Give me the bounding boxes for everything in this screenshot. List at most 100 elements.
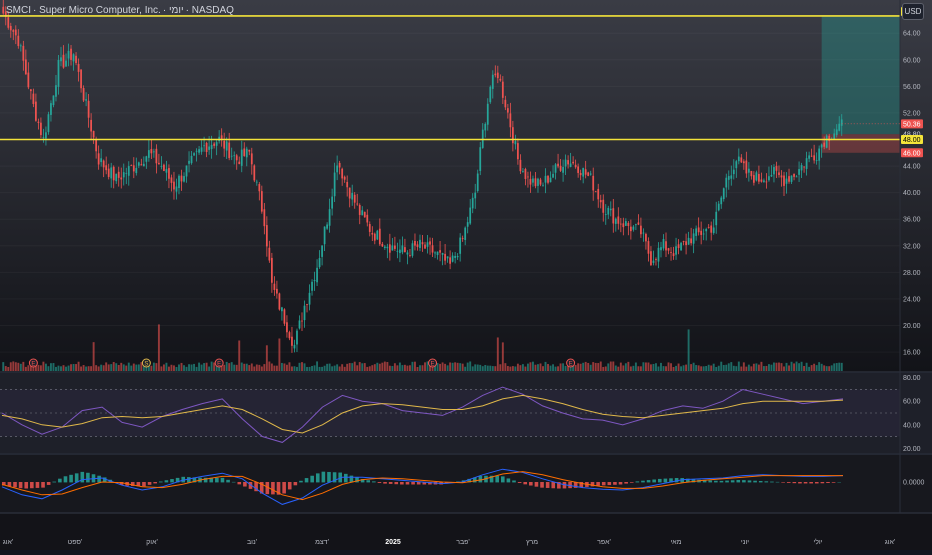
candle[interactable] (291, 337, 293, 346)
candle[interactable] (688, 238, 690, 245)
candle[interactable] (670, 252, 672, 253)
candle[interactable] (552, 174, 554, 178)
candle[interactable] (740, 157, 742, 162)
candle[interactable] (161, 166, 163, 167)
candle[interactable] (183, 176, 185, 182)
candle[interactable] (166, 169, 168, 173)
candle[interactable] (243, 148, 245, 156)
candle[interactable] (663, 239, 665, 248)
candle[interactable] (587, 172, 589, 176)
candle[interactable] (545, 176, 547, 183)
candle[interactable] (738, 157, 740, 162)
candle[interactable] (527, 177, 529, 178)
candle[interactable] (520, 160, 522, 171)
candle[interactable] (78, 64, 80, 72)
candle[interactable] (198, 149, 200, 153)
candle[interactable] (542, 185, 544, 186)
candle[interactable] (713, 227, 715, 233)
candle[interactable] (376, 231, 378, 240)
candle[interactable] (537, 179, 539, 186)
candle[interactable] (10, 26, 12, 30)
candle[interactable] (130, 165, 132, 166)
candle[interactable] (306, 304, 308, 305)
candle[interactable] (575, 165, 577, 167)
candle[interactable] (30, 89, 32, 91)
candle[interactable] (459, 238, 461, 254)
candle[interactable] (607, 208, 609, 215)
candle[interactable] (7, 17, 9, 28)
candle[interactable] (251, 153, 253, 164)
candle[interactable] (643, 233, 645, 234)
candle[interactable] (786, 179, 788, 184)
candle[interactable] (105, 165, 107, 170)
candle[interactable] (499, 79, 501, 81)
candle[interactable] (50, 103, 52, 115)
candle[interactable] (419, 240, 421, 248)
candle[interactable] (55, 85, 57, 97)
candle[interactable] (60, 57, 62, 61)
candle[interactable] (241, 150, 243, 166)
candle[interactable] (472, 198, 474, 209)
candle[interactable] (748, 169, 750, 173)
candle[interactable] (399, 250, 401, 253)
candle[interactable] (632, 227, 634, 230)
candle[interactable] (497, 73, 499, 78)
candle[interactable] (685, 241, 687, 245)
candle[interactable] (150, 149, 152, 153)
candle[interactable] (763, 180, 765, 181)
candle[interactable] (841, 119, 843, 125)
candle[interactable] (158, 163, 160, 164)
candle[interactable] (474, 193, 476, 199)
candle[interactable] (725, 178, 727, 188)
candle[interactable] (771, 175, 773, 176)
candle[interactable] (567, 160, 569, 164)
candle[interactable] (723, 188, 725, 199)
candle[interactable] (366, 215, 368, 223)
candle[interactable] (186, 165, 188, 176)
candle[interactable] (314, 280, 316, 281)
candle[interactable] (221, 135, 223, 139)
candle[interactable] (309, 293, 311, 305)
candle[interactable] (733, 170, 735, 174)
candle[interactable] (673, 253, 675, 256)
candle[interactable] (65, 61, 67, 67)
candle[interactable] (98, 153, 100, 164)
candle[interactable] (464, 228, 466, 240)
candle[interactable] (730, 175, 732, 178)
candle[interactable] (145, 156, 147, 161)
candle[interactable] (379, 229, 381, 245)
candle[interactable] (806, 158, 808, 169)
candle[interactable] (577, 166, 579, 172)
candle[interactable] (263, 209, 265, 226)
candle[interactable] (650, 251, 652, 265)
candle[interactable] (284, 309, 286, 323)
candle[interactable] (203, 145, 205, 146)
candle[interactable] (45, 132, 47, 138)
candle[interactable] (838, 124, 840, 131)
candle[interactable] (402, 245, 404, 252)
candle[interactable] (818, 149, 820, 161)
candle[interactable] (12, 30, 14, 32)
candle[interactable] (331, 197, 333, 209)
candle[interactable] (625, 221, 627, 226)
stock-chart[interactable]: ESEEE 64.0060.0056.0052.0044.0040.0036.0… (0, 0, 932, 550)
candle[interactable] (484, 124, 486, 131)
candle[interactable] (750, 171, 752, 176)
candle[interactable] (108, 169, 110, 177)
candle[interactable] (555, 164, 557, 172)
candle[interactable] (83, 88, 85, 100)
candle[interactable] (803, 167, 805, 168)
candle[interactable] (424, 245, 426, 249)
candle[interactable] (562, 167, 564, 173)
candle[interactable] (407, 252, 409, 254)
candle[interactable] (103, 161, 105, 168)
candle[interactable] (622, 223, 624, 227)
candle[interactable] (592, 176, 594, 191)
candle[interactable] (454, 256, 456, 258)
candle[interactable] (233, 155, 235, 156)
candle[interactable] (63, 55, 65, 68)
candle[interactable] (176, 187, 178, 192)
candle[interactable] (289, 332, 291, 338)
candle[interactable] (462, 238, 464, 239)
candle[interactable] (48, 114, 50, 132)
